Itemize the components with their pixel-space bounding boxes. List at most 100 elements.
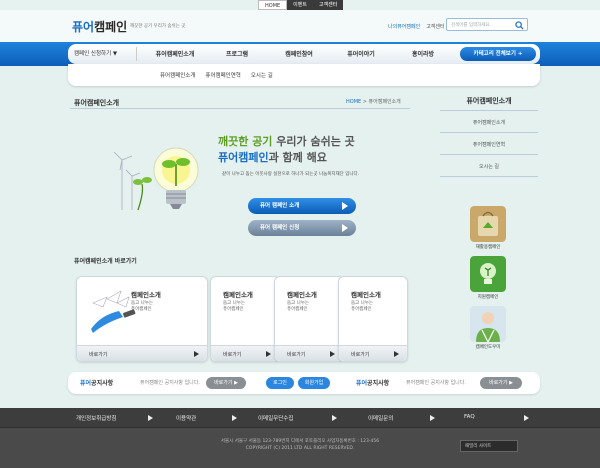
triangle-right-icon — [332, 415, 337, 421]
notice-more-button[interactable]: 바로가기 ▶ — [206, 377, 246, 389]
card-more-label: 바로가기 — [89, 352, 108, 358]
logo-part-b: 캠페인 — [94, 20, 128, 34]
sub-nav-history[interactable]: 퓨어캠페인연혁 — [205, 71, 240, 79]
card-desc: 돕고 나누는 퓨어캠페인 — [287, 301, 309, 313]
triangle-right-icon — [148, 415, 153, 421]
nav-item-story[interactable]: 퓨어이야기 — [330, 49, 392, 58]
all-categories-button[interactable]: 카테고리 전체보기 + — [460, 47, 536, 61]
login-button[interactable]: 로그인 — [266, 377, 294, 389]
top-link-event[interactable]: 이벤트 — [287, 0, 313, 10]
notice-title-text: 공지사항 — [367, 380, 390, 387]
card-desc-line: 돕고 나누는 — [351, 301, 374, 306]
card-desc-line: 돕고 나누는 — [287, 301, 310, 306]
triangle-right-icon — [232, 415, 237, 421]
campaign-apply-label: 퓨어 캠페인 신청 — [260, 225, 300, 231]
campaign-intro-button[interactable]: 퓨어 캠페인 소개 — [248, 198, 356, 214]
sub-nav-location[interactable]: 오시는 길 — [251, 71, 273, 79]
sub-nav: 퓨어캠페인소개 퓨어캠페인연혁 오시는 길 — [68, 64, 540, 86]
breadcrumb-home[interactable]: HOME — [346, 99, 361, 105]
card-more-button[interactable]: 바로가기 — [77, 345, 207, 361]
card-desc-line: 돕고 나누는 — [223, 301, 246, 306]
headline-line-2: 퓨어캠페인과 함께 해요 — [218, 150, 355, 166]
notice-title-text: 공지사항 — [91, 380, 114, 387]
card-more-label: 바로가기 — [223, 352, 242, 358]
top-link-home[interactable]: HOME — [258, 0, 288, 10]
notice-text[interactable]: 퓨어캠페인 공지사항 입니다. — [140, 379, 200, 386]
badge-label: 지원캠페인 — [477, 295, 499, 300]
triangle-right-icon — [194, 351, 199, 357]
card-more-button[interactable]: 바로가기 — [211, 345, 279, 361]
card-more-button[interactable]: 바로가기 — [275, 345, 343, 361]
my-campaign-link[interactable]: 나의퓨어캠페인 — [388, 23, 420, 30]
nav-item-participate[interactable]: 캠페인참여 — [268, 49, 330, 58]
footer-link-terms[interactable]: 이용약관 — [176, 414, 196, 422]
campaign-apply-button[interactable]: 퓨어 캠페인 신청 — [248, 220, 356, 236]
card-desc: 돕고 나누는 퓨어캠페인 — [131, 301, 153, 313]
footer-link-faq[interactable]: FAQ — [464, 414, 475, 420]
sub-nav-items: 퓨어캠페인소개 퓨어캠페인연혁 오시는 길 — [160, 71, 273, 79]
notice-title-accent: 퓨어 — [80, 380, 92, 387]
headline-text-1: 우리가 숨쉬는 곳 — [276, 135, 355, 148]
headline-line-1: 깨끗한 공기 우리가 숨쉬는 곳 — [218, 134, 355, 150]
card-desc-line: 돕고 나누는 — [131, 301, 154, 306]
breadcrumb-current: 퓨어캠페인소개 — [368, 99, 401, 105]
card-more-button[interactable]: 바로가기 — [339, 345, 407, 361]
title-divider — [70, 108, 410, 109]
customer-center-link[interactable]: 고객센터 — [426, 23, 444, 30]
headline-accent-2: 퓨어캠페인 — [218, 151, 269, 164]
triangle-right-icon — [394, 351, 399, 357]
nav-item-program[interactable]: 프로그램 — [206, 49, 268, 58]
bottom-notice-bar: 퓨어공지사항 퓨어캠페인 공지사항 입니다. 바로가기 ▶ 로그인 회원가입 퓨… — [68, 372, 540, 394]
footer-link-email-inquiry[interactable]: 이메일문의 — [368, 414, 393, 422]
sidebar-item-history[interactable]: 퓨어캠페인연혁 — [440, 141, 538, 148]
footer: 개인정보취급방침 이용약관 이메일무단수집 이메일문의 FAQ 서울시 서울구 … — [0, 408, 600, 468]
notice-more-button-2[interactable]: 바로가기 ▶ — [480, 377, 522, 389]
header: 퓨어캠페인 깨끗한 공기 우리가 숨쉬는 곳 나의퓨어캠페인 고객센터 검색어를… — [0, 10, 600, 42]
hero-description: 같이 나누고 돕는 이웃사랑 실천으로 하나가 되는곳 나눔복지재단 입니다. — [222, 172, 360, 177]
top-links: HOME 이벤트 고객센터 — [258, 0, 344, 10]
top-utility-strip: HOME 이벤트 고객센터 — [0, 0, 600, 10]
badge-label: 재활용캠페인 — [475, 245, 501, 250]
sidebar-item-intro[interactable]: 퓨어캠페인소개 — [440, 119, 538, 126]
tagline: 깨끗한 공기 우리가 숨쉬는 곳 — [130, 24, 186, 29]
arrow-right-icon — [342, 202, 348, 210]
sidebar-divider — [440, 110, 538, 111]
shortcut-card: 캠페인소개 돕고 나누는 퓨어캠페인 바로가기 — [274, 276, 344, 362]
notice-title-accent: 퓨어 — [356, 380, 368, 387]
footer-link-privacy[interactable]: 개인정보취급방침 — [76, 414, 116, 422]
footer-link-email-policy[interactable]: 이메일무단수집 — [258, 414, 293, 422]
headline-text-2: 과 함께 해요 — [268, 151, 327, 164]
sidebar-item-location[interactable]: 오시는 길 — [440, 163, 538, 170]
nav-divider — [136, 47, 137, 61]
recycle-bag-icon[interactable] — [470, 206, 506, 242]
support-bulb-icon[interactable] — [470, 256, 506, 292]
page-title: 퓨어캠페인소개 — [74, 99, 120, 107]
campaign-intro-label: 퓨어 캠페인 소개 — [260, 203, 300, 209]
family-site-select[interactable]: 패밀리 사이트 — [460, 440, 518, 452]
card-desc: 돕고 나누는 퓨어캠페인 — [351, 301, 373, 313]
join-button[interactable]: 회원가입 — [298, 377, 330, 389]
triangle-right-icon — [430, 415, 435, 421]
headline-accent-1: 깨끗한 공기 — [218, 135, 273, 148]
triangle-right-icon — [266, 351, 271, 357]
notice-text-2[interactable]: 퓨어캠페인 공지사항 입니다. — [406, 379, 466, 386]
shortcut-section-title: 퓨어캠페인소개 바로가기 — [74, 258, 137, 265]
paper-planes-brush-illustration — [91, 290, 136, 333]
logo[interactable]: 퓨어캠페인 — [72, 18, 127, 35]
nav-items: 퓨어캠페인소개 프로그램 캠페인참여 퓨어이야기 홍이라방 — [144, 49, 454, 58]
breadcrumb: HOME > 퓨어캠페인소개 — [346, 99, 401, 105]
nav-item-intro[interactable]: 퓨어캠페인소개 — [144, 49, 206, 58]
search-input[interactable]: 검색어를 입력하세요. — [446, 18, 528, 31]
notice-title: 퓨어공지사항 — [80, 378, 113, 387]
top-link-cs[interactable]: 고객센터 — [312, 0, 344, 10]
nav-item-pr[interactable]: 홍이라방 — [392, 49, 454, 58]
footer-nav: 개인정보취급방침 이용약관 이메일무단수집 이메일문의 FAQ — [0, 408, 600, 428]
category-select[interactable]: 캠페인 신청하기 ▼ — [74, 49, 117, 57]
volunteer-person-icon[interactable] — [470, 306, 506, 342]
sidebar-title: 퓨어캠페인소개 — [466, 97, 512, 105]
arrow-right-icon — [342, 224, 348, 232]
sub-nav-intro[interactable]: 퓨어캠페인소개 — [160, 71, 195, 79]
card-desc-line: 퓨어캠페인 — [287, 307, 308, 312]
search-icon[interactable] — [515, 21, 524, 30]
card-desc-line: 퓨어캠페인 — [223, 307, 244, 312]
